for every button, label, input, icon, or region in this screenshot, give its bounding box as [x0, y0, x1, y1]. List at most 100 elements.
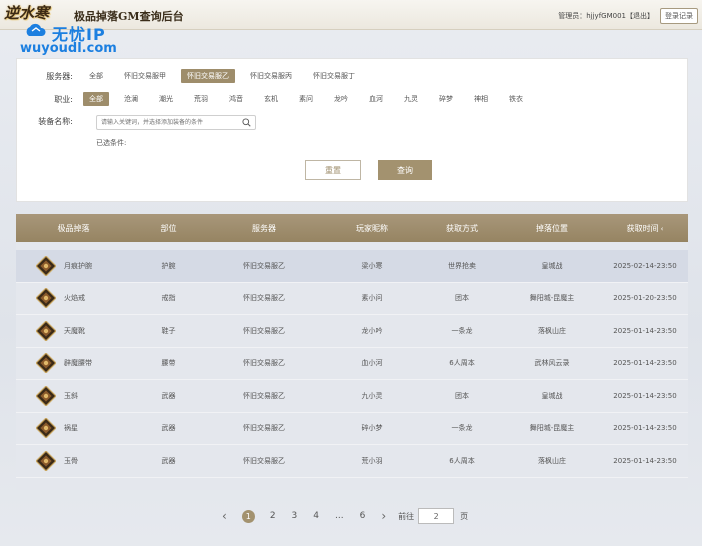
class-option[interactable]: 玄机: [258, 92, 284, 106]
next-page-button[interactable]: ›: [381, 509, 386, 523]
item-icon: [36, 320, 56, 341]
server-option[interactable]: 怀旧交易服甲: [118, 69, 172, 83]
table-row[interactable]: 月痕护腕 护腕 怀旧交易服乙 梁小寒 世界抢卖 皇城战 2025-02-14-23:50: [16, 250, 688, 283]
class-option[interactable]: 九灵: [398, 92, 424, 106]
selected-conditions-label: 已选条件:: [96, 139, 127, 147]
cell-item: 月痕护腕: [16, 255, 131, 276]
table-row[interactable]: 火焰戒 戒指 怀旧交易服乙 素小问 团本 舞阳城-昆魔主 2025-01-20-23:50: [16, 283, 688, 315]
class-option[interactable]: 荒羽: [188, 92, 214, 106]
cell-item: 玉骨: [16, 450, 131, 471]
cell-method: 世界抢卖: [448, 261, 476, 270]
watermark-url: wuyoudl.com: [20, 41, 117, 56]
server-filter-row: 服务器: 全部 怀旧交易服甲 怀旧交易服乙 怀旧交易服丙 怀旧交易服丁: [17, 69, 370, 83]
cell-slot: 武器: [161, 424, 176, 433]
item-name: 玉斜: [64, 391, 78, 400]
cell-slot: 武器: [161, 456, 176, 465]
class-option[interactable]: 全部: [83, 92, 109, 106]
cell-player: 血小河: [361, 359, 383, 368]
cell-server: 怀旧交易服乙: [243, 359, 285, 368]
server-option[interactable]: 怀旧交易服丙: [244, 69, 298, 83]
pagination: ‹ 1 2 3 4... 6 › 前往 页: [214, 506, 468, 526]
page-number[interactable]: 4: [313, 511, 319, 521]
cell-server: 怀旧交易服乙: [243, 261, 285, 270]
page-number[interactable]: 2: [270, 511, 276, 521]
server-options: 全部 怀旧交易服甲 怀旧交易服乙 怀旧交易服丙 怀旧交易服丁: [83, 69, 370, 83]
prev-page-button[interactable]: ‹: [222, 509, 227, 523]
cell-location: 武林风云录: [534, 359, 570, 368]
admin-info[interactable]: 管理员：hjjyfGM001【退出】: [558, 11, 654, 21]
cell-player: 碎小梦: [361, 424, 383, 433]
table-body: 月痕护腕 护腕 怀旧交易服乙 梁小寒 世界抢卖 皇城战 2025-02-14-23:50 火焰…: [16, 250, 688, 478]
item-name: 月痕护腕: [64, 261, 92, 270]
query-button[interactable]: 查询: [378, 160, 432, 180]
class-option[interactable]: 碎梦: [433, 92, 459, 106]
cell-slot: 护腕: [161, 261, 176, 270]
class-option[interactable]: 鸿音: [223, 92, 249, 106]
col-header-method: 获取方式: [446, 223, 478, 233]
cell-method: 6人周本: [449, 456, 475, 465]
cell-location: 皇城战: [541, 261, 563, 270]
class-option[interactable]: 素问: [293, 92, 319, 106]
sort-icon[interactable]: ‹: [661, 225, 664, 233]
search-icon[interactable]: [242, 118, 251, 127]
class-option[interactable]: 铁衣: [503, 92, 529, 106]
page-number[interactable]: 6: [360, 511, 366, 521]
cell-location: 落枫山庄: [538, 326, 566, 335]
class-option[interactable]: 龙吟: [328, 92, 354, 106]
item-name: 祸星: [64, 424, 78, 433]
class-filter-row: 职业: 全部 沧澜 潮光 荒羽 鸿音 玄机 素问 龙吟 血河 九灵 碎梦 神相 铁衣: [17, 92, 538, 106]
item-icon: [36, 255, 56, 276]
cell-server: 怀旧交易服乙: [243, 294, 285, 303]
filter-panel: 服务器: 全部 怀旧交易服甲 怀旧交易服乙 怀旧交易服丙 怀旧交易服丁 职业: 全部 沧澜…: [16, 58, 688, 202]
page-unit-label: 页: [460, 511, 469, 521]
login-records-button[interactable]: 登录记录: [660, 8, 698, 24]
cell-time: 2025-01-14-23:50: [613, 456, 677, 465]
watermark: 无忧IP wuyoudl.com: [14, 20, 124, 56]
item-name: 辟魔腰带: [64, 359, 92, 368]
class-option[interactable]: 神相: [468, 92, 494, 106]
server-option[interactable]: 怀旧交易服乙: [181, 69, 235, 83]
table-row[interactable]: 祸星 武器 怀旧交易服乙 碎小梦 一条龙 舞阳城-昆魔主 2025-01-14-23:50: [16, 413, 688, 445]
cloud-icon: [26, 23, 46, 36]
goto-page-input[interactable]: [418, 508, 455, 524]
page-numbers: 1 2 3 4... 6: [235, 509, 374, 523]
cell-method: 6人周本: [449, 359, 475, 368]
cell-player: 九小灵: [361, 391, 383, 400]
col-header-location: 掉落位置: [536, 223, 568, 233]
reset-button[interactable]: 重置: [305, 160, 361, 180]
table-row[interactable]: 天魔靴 鞋子 怀旧交易服乙 龙小吟 一条龙 落枫山庄 2025-01-14-23:50: [16, 315, 688, 348]
equip-label: 装备名称:: [38, 117, 73, 126]
col-header-time[interactable]: 获取时间 ‹: [602, 223, 688, 234]
cell-slot: 戒指: [161, 294, 176, 303]
cell-player: 龙小吟: [361, 326, 383, 335]
equip-search-field[interactable]: [96, 115, 256, 130]
class-option[interactable]: 潮光: [153, 92, 179, 106]
cell-server: 怀旧交易服乙: [243, 326, 285, 335]
table-row[interactable]: 玉骨 武器 怀旧交易服乙 荒小羽 6人周本 落枫山庄 2025-01-14-23:50: [16, 445, 688, 478]
class-option[interactable]: 血河: [363, 92, 389, 106]
class-options: 全部 沧澜 潮光 荒羽 鸿音 玄机 素问 龙吟 血河 九灵 碎梦 神相 铁衣: [83, 92, 538, 106]
cell-method: 一条龙: [451, 326, 473, 335]
cell-item: 火焰戒: [16, 288, 131, 309]
equip-search-input[interactable]: [97, 116, 235, 129]
cell-item: 天魔靴: [16, 320, 131, 341]
cell-server: 怀旧交易服乙: [243, 456, 285, 465]
cell-item: 辟魔腰带: [16, 353, 131, 374]
col-header-slot: 部位: [160, 223, 177, 233]
cell-method: 团本: [455, 391, 469, 400]
cell-player: 梁小寒: [361, 261, 383, 270]
cell-time: 2025-01-14-23:50: [613, 424, 677, 433]
server-option[interactable]: 怀旧交易服丁: [307, 69, 361, 83]
page-number[interactable]: 1: [241, 509, 255, 523]
cell-time: 2025-01-14-23:50: [613, 391, 677, 400]
table-row[interactable]: 玉斜 武器 怀旧交易服乙 九小灵 团本 皇城战 2025-01-14-23:50: [16, 380, 688, 413]
cell-player: 素小问: [361, 294, 383, 303]
page-number[interactable]: 3: [292, 511, 298, 521]
page-ellipsis: ...: [335, 511, 344, 521]
table-row[interactable]: 辟魔腰带 腰带 怀旧交易服乙 血小河 6人周本 武林风云录 2025-01-14-23:50: [16, 348, 688, 380]
server-option[interactable]: 全部: [83, 69, 109, 83]
cell-method: 一条龙: [451, 424, 473, 433]
class-option[interactable]: 沧澜: [118, 92, 144, 106]
item-name: 天魔靴: [64, 326, 85, 335]
cell-server: 怀旧交易服乙: [243, 424, 285, 433]
